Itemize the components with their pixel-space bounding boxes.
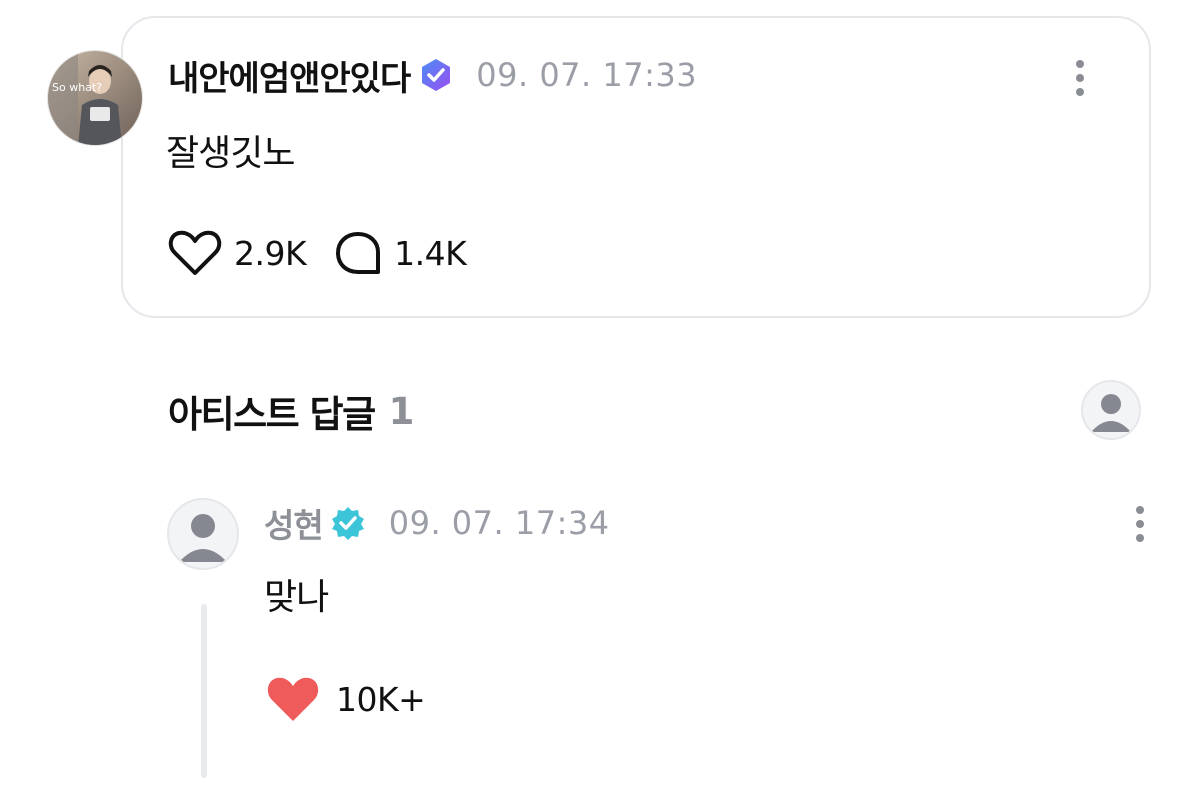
- post-timestamp: 09. 07. 17:33: [476, 56, 698, 94]
- like-count: 2.9K: [234, 233, 307, 273]
- heart-outline-icon: [168, 230, 222, 275]
- like-button[interactable]: 2.9K: [168, 229, 307, 277]
- artist-replies-title: 아티스트 답글: [168, 393, 376, 436]
- avatar-caption: So what?: [52, 81, 103, 94]
- post-actions: 2.9K 1.4K: [168, 228, 467, 278]
- artist-replies-header: 아티스트 답글 1: [168, 384, 414, 438]
- reply-like-count: 10K+: [336, 679, 426, 719]
- reply-more-options-button[interactable]: [1128, 502, 1152, 546]
- post-more-options-button[interactable]: [1068, 56, 1092, 100]
- fan-verified-badge-icon: [418, 57, 454, 93]
- reply-actions: 10K+: [266, 672, 426, 726]
- comment-button[interactable]: 1.4K: [334, 230, 467, 276]
- more-vertical-icon: [1076, 60, 1084, 68]
- comment-count: 1.4K: [394, 233, 467, 273]
- reply-thread-line: [201, 604, 207, 778]
- heart-filled-icon: [267, 677, 319, 721]
- post-author-name[interactable]: 내안에엄앤안있다: [168, 51, 411, 100]
- user-avatar-icon: [179, 514, 227, 562]
- reply-author-avatar[interactable]: [167, 498, 239, 570]
- post-header: 내안에엄앤안있다 09. 07. 17:33: [168, 51, 698, 100]
- my-profile-button[interactable]: [1081, 380, 1141, 440]
- reply-timestamp: 09. 07. 17:34: [388, 504, 610, 542]
- artist-replies-count: 1: [388, 389, 415, 433]
- more-vertical-icon: [1136, 506, 1144, 514]
- reply-author-name[interactable]: 성현: [264, 499, 324, 547]
- user-avatar-icon: [1091, 394, 1131, 432]
- post-author-avatar[interactable]: So what?: [47, 50, 143, 146]
- artist-verified-badge-icon: [331, 506, 365, 540]
- page: So what? 내안에엄앤안있다 09. 07. 17:33 잘생깃노 2.9…: [0, 0, 1200, 791]
- post-body-text: 잘생깃노: [166, 133, 295, 174]
- reply-header: 성현 09. 07. 17:34: [264, 500, 610, 546]
- reply-body-text: 맞나: [264, 577, 329, 618]
- avatar-photo: [48, 51, 142, 145]
- comment-bubble-icon: [336, 232, 381, 274]
- reply-like-button[interactable]: 10K+: [266, 675, 426, 723]
